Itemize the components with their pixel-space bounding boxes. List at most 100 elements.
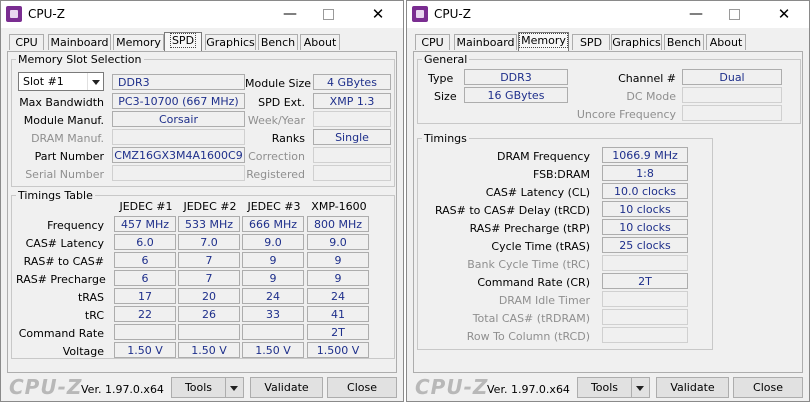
timing-value: 1066.9 MHz [602, 147, 688, 163]
timing-value: 2T [602, 273, 688, 289]
group-legend: Timings Table [18, 189, 93, 202]
cpuz-window-spd: CPU-Z — ✕ CPU Mainboard Memory SPD Graph… [0, 0, 404, 402]
timing-value: 10 clocks [602, 219, 688, 235]
tools-button[interactable]: Tools [171, 377, 244, 398]
cpuz-logo: CPU-Z [9, 375, 83, 399]
spd-panel: Memory Slot Selection Slot #1 DDR3 Modul… [7, 51, 397, 373]
timing-cell: 7 [178, 270, 240, 286]
dc-mode-label: DC Mode [626, 90, 676, 103]
timing-cell: 17 [114, 288, 176, 304]
timing-row-label: RAS# to CAS# [23, 255, 104, 268]
part-number-value: CMZ16GX3M4A1600C9 [112, 147, 245, 163]
title-bar[interactable]: CPU-Z — ✕ [407, 1, 809, 28]
uncore-frequency-value [682, 105, 782, 121]
validate-button[interactable]: Validate [250, 377, 323, 398]
window-title: CPU-Z [28, 7, 65, 21]
tools-button[interactable]: Tools [577, 377, 650, 398]
timing-cell: 6 [114, 252, 176, 268]
timing-value: 25 clocks [602, 237, 688, 253]
registered-label: Registered [246, 168, 305, 181]
dc-mode-value [682, 87, 782, 103]
cpuz-logo: CPU-Z [415, 375, 489, 399]
close-window-button[interactable]: ✕ [769, 4, 799, 24]
timing-cell: 800 MHz [307, 216, 369, 232]
timing-cell: 9.0 [307, 234, 369, 250]
timing-cell: 533 MHz [178, 216, 240, 232]
timing-row-label: tRAS [77, 291, 104, 304]
footer-bar: CPU-Z Ver. 1.97.0.x64 Tools Validate Clo… [407, 373, 809, 401]
timing-cell: 22 [114, 306, 176, 322]
timing-cell: 1.50 V [178, 342, 240, 358]
part-number-label: Part Number [34, 150, 104, 163]
tab-spd[interactable]: SPD [572, 34, 610, 50]
timing-label: Command Rate (CR) [477, 276, 590, 289]
timing-cell: 9 [242, 270, 304, 286]
timing-cell: 9 [307, 270, 369, 286]
size-value: 16 GBytes [464, 87, 568, 103]
channel-label: Channel # [618, 72, 676, 85]
tab-spd[interactable]: SPD [164, 32, 202, 51]
close-button[interactable]: Close [733, 377, 803, 398]
close-window-button[interactable]: ✕ [363, 4, 393, 24]
timing-value [602, 309, 688, 325]
maximize-button[interactable] [313, 4, 343, 24]
validate-button[interactable]: Validate [656, 377, 729, 398]
timing-row-label: RAS# Precharge [16, 273, 106, 286]
timing-value: 10 clocks [602, 201, 688, 217]
tab-about[interactable]: About [300, 34, 340, 50]
timing-cell: 9 [242, 252, 304, 268]
spd-ext-value: XMP 1.3 [313, 93, 391, 109]
tab-mainboard[interactable]: Mainboard [48, 34, 111, 50]
timing-cell: 1.50 V [242, 342, 304, 358]
group-legend: General [424, 53, 468, 66]
tab-bench[interactable]: Bench [664, 34, 704, 50]
group-legend: Memory Slot Selection [18, 53, 142, 66]
timing-cell: 2T [307, 324, 369, 340]
timing-cell: 33 [242, 306, 304, 322]
minimize-button[interactable]: — [681, 4, 711, 24]
type-value: DDR3 [464, 69, 568, 85]
tab-bench[interactable]: Bench [258, 34, 298, 50]
tab-memory[interactable]: Memory [113, 34, 164, 50]
timing-cell: 24 [242, 288, 304, 304]
timing-cell: 1.500 V [307, 342, 369, 358]
max-bandwidth-value: PC3-10700 (667 MHz) [112, 93, 245, 109]
tab-graphics[interactable]: Graphics [611, 34, 662, 50]
registered-value [313, 165, 391, 181]
tab-mainboard[interactable]: Mainboard [454, 34, 517, 50]
module-size-value: 4 GBytes [313, 74, 391, 90]
module-size-label: Module Size [245, 77, 312, 90]
correction-label: Correction [248, 150, 305, 163]
maximize-icon [728, 9, 740, 20]
tab-cpu[interactable]: CPU [9, 34, 44, 50]
maximize-button[interactable] [719, 4, 749, 24]
tab-memory[interactable]: Memory [518, 32, 569, 51]
serial-number-value [112, 165, 245, 181]
tab-about[interactable]: About [706, 34, 746, 50]
ranks-value: Single [313, 129, 391, 145]
timing-label: RAS# Precharge (tRP) [469, 222, 590, 235]
timing-row-label: Frequency [47, 219, 104, 232]
slot-select[interactable]: Slot #1 [18, 72, 104, 91]
timing-cell: 457 MHz [114, 216, 176, 232]
timing-label: Total CAS# (tRDRAM) [472, 312, 590, 325]
type-label: Type [428, 72, 454, 85]
close-button[interactable]: Close [327, 377, 397, 398]
tab-cpu[interactable]: CPU [415, 34, 450, 50]
minimize-button[interactable]: — [275, 4, 305, 24]
uncore-frequency-label: Uncore Frequency [576, 108, 676, 121]
tab-graphics[interactable]: Graphics [205, 34, 256, 50]
maximize-icon [322, 9, 334, 20]
footer-bar: CPU-Z Ver. 1.97.0.x64 Tools Validate Clo… [1, 373, 403, 401]
ranks-label: Ranks [271, 132, 305, 145]
column-header: JEDEC #2 [183, 200, 237, 213]
timing-label: CAS# Latency (CL) [485, 186, 590, 199]
chevron-down-icon[interactable] [631, 378, 649, 397]
correction-value [313, 147, 391, 163]
title-bar[interactable]: CPU-Z — ✕ [1, 1, 403, 28]
version-label: Ver. 1.97.0.x64 [487, 383, 570, 396]
chevron-down-icon[interactable] [225, 378, 243, 397]
timing-label: RAS# to CAS# Delay (tRCD) [434, 204, 590, 217]
spd-ext-label: SPD Ext. [258, 96, 305, 109]
timing-cell: 9.0 [242, 234, 304, 250]
